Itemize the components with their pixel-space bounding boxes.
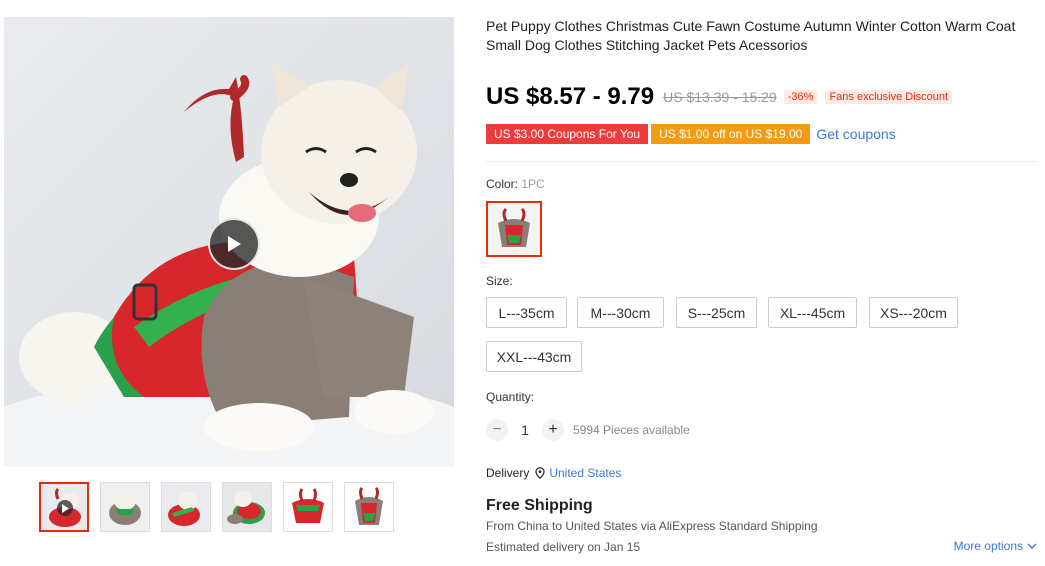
get-coupons-link[interactable]: Get coupons xyxy=(816,126,895,142)
more-options-link[interactable]: More options xyxy=(954,539,1037,553)
play-icon xyxy=(62,503,69,513)
thumbnail-5[interactable] xyxy=(283,482,333,532)
size-option-s[interactable]: S---25cm xyxy=(676,297,757,328)
video-play-button[interactable] xyxy=(208,218,260,270)
color-selected-value: 1PC xyxy=(521,177,545,191)
thumbnail-3[interactable] xyxy=(161,482,211,532)
thumbnail-1[interactable] xyxy=(39,482,89,532)
threshold-coupon-button[interactable]: US $1.00 off on US $19.00 xyxy=(651,124,811,144)
chevron-down-icon xyxy=(1027,543,1037,549)
fans-discount-badge: Fans exclusive Discount xyxy=(825,90,953,104)
color-swatch-image xyxy=(488,203,540,255)
pieces-available: 5994 Pieces available xyxy=(573,423,690,437)
location-pin-icon xyxy=(535,467,545,479)
estimated-delivery: Estimated delivery on Jan 15 xyxy=(486,540,641,554)
quantity-label: Quantity: xyxy=(486,390,535,404)
thumbnail-4[interactable] xyxy=(222,482,272,532)
thumbnail-image xyxy=(101,483,149,531)
size-label: Size: xyxy=(486,274,513,288)
thumbnail-image xyxy=(162,483,210,531)
product-title: Pet Puppy Clothes Christmas Cute Fawn Co… xyxy=(486,18,1016,53)
current-price: US $8.57 - 9.79 xyxy=(486,83,655,110)
size-option-xxl[interactable]: XXL---43cm xyxy=(486,341,582,372)
color-option-1pc[interactable] xyxy=(486,201,542,257)
color-label-row: Color: 1PC xyxy=(486,177,545,191)
thumbnail-play-badge xyxy=(57,500,73,516)
store-coupon-button[interactable]: US $3.00 Coupons For You xyxy=(486,124,649,144)
thumbnail-6[interactable] xyxy=(344,482,394,532)
thumbnail-2[interactable] xyxy=(100,482,150,532)
free-shipping-heading: Free Shipping xyxy=(486,497,593,514)
delivery-label: Delivery xyxy=(486,466,530,480)
size-option-l[interactable]: L---35cm xyxy=(486,297,567,328)
original-price: US $13.39 - 15.29 xyxy=(663,89,777,105)
color-label: Color: xyxy=(486,177,519,191)
thumbnail-image xyxy=(223,483,271,531)
play-icon xyxy=(228,236,241,252)
coupon-row: US $3.00 Coupons For You US $1.00 off on… xyxy=(486,124,896,144)
thumbnail-image xyxy=(284,483,332,531)
delivery-country-link[interactable]: United States xyxy=(549,466,621,480)
quantity-value[interactable]: 1 xyxy=(508,422,542,438)
delivery-row: Delivery United States xyxy=(486,466,621,480)
thumbnail-image xyxy=(345,483,393,531)
divider xyxy=(486,161,1038,162)
shipping-route: From China to United States via AliExpre… xyxy=(486,519,818,533)
main-product-image[interactable] xyxy=(4,17,454,467)
quantity-decrease-button[interactable]: − xyxy=(486,419,508,441)
size-option-xl[interactable]: XL---45cm xyxy=(768,297,857,328)
quantity-increase-button[interactable]: + xyxy=(542,419,564,441)
price-row: US $8.57 - 9.79 US $13.39 - 15.29 -36% F… xyxy=(486,83,953,111)
size-option-xs[interactable]: XS---20cm xyxy=(869,297,958,328)
size-option-m[interactable]: M---30cm xyxy=(577,297,664,328)
discount-badge: -36% xyxy=(783,90,818,104)
thumbnail-strip xyxy=(39,482,394,532)
more-options-label: More options xyxy=(953,539,1023,553)
quantity-stepper: − 1 + 5994 Pieces available xyxy=(486,419,690,441)
